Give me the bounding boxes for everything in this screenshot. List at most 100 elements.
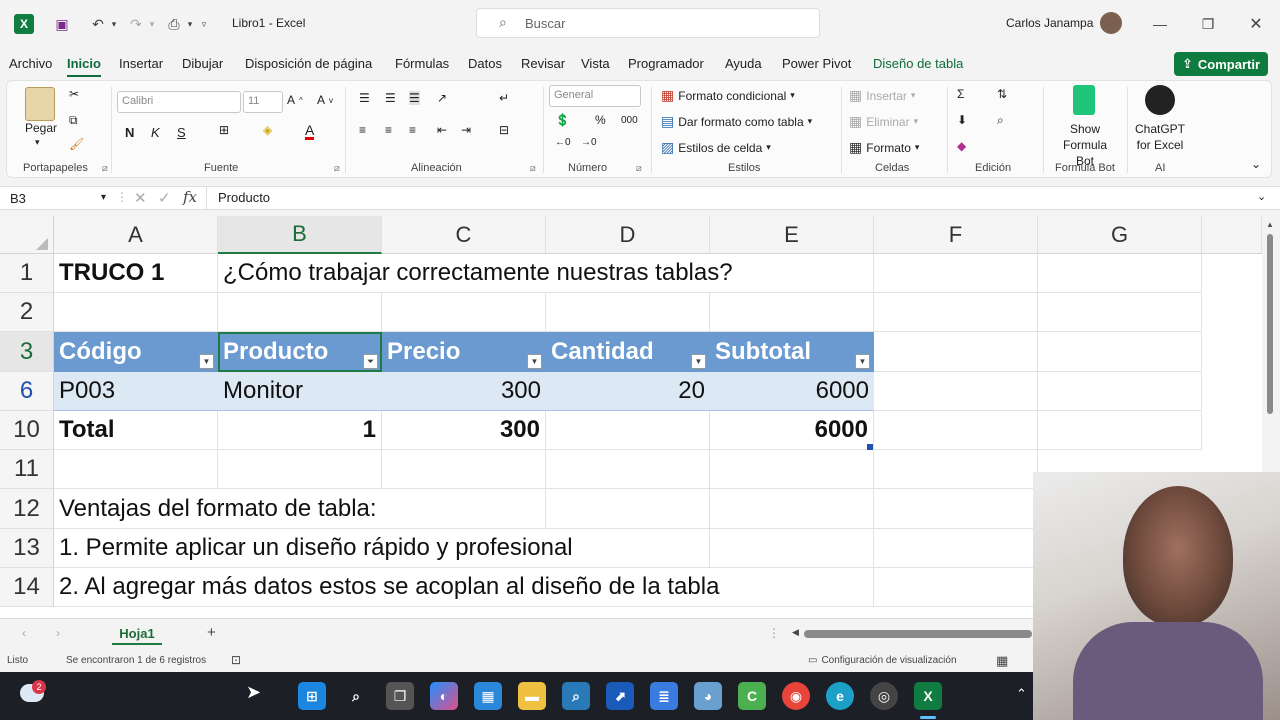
vertical-scroll-thumb[interactable] [1267,234,1273,414]
number-format-box[interactable]: General [549,85,641,107]
clear-icon[interactable]: ◆ [957,139,966,153]
cell-f11[interactable] [874,450,1038,489]
merge-center-icon[interactable]: ⊟ [499,123,509,137]
cell-f12[interactable] [874,489,1038,529]
cell-styles-button[interactable]: ▨ Estilos de celda ▾ [661,139,771,156]
screen-tool-icon[interactable]: ⌕ [562,682,590,710]
sheet-tab-hoja1[interactable]: Hoja1 [112,623,162,645]
name-box[interactable]: B3 ▾ [6,189,110,209]
chatgpt-button[interactable]: ChatGPT for Excel [1131,121,1189,153]
cell-b2[interactable] [218,293,382,332]
cell-a6[interactable]: P003 [54,372,218,411]
sort-filter-icon[interactable]: ⇅ [997,87,1007,101]
table-header-cantidad[interactable]: Cantidad ▼ [546,332,710,372]
chatgpt-icon[interactable] [1145,85,1175,115]
tab-formulas[interactable]: Fórmulas [395,56,449,71]
format-painter-icon[interactable]: 🖌 [69,137,84,151]
prev-sheet-icon[interactable]: ‹ [22,626,26,640]
cell-d10[interactable] [546,411,710,450]
cell-d2[interactable] [546,293,710,332]
scroll-left-icon[interactable]: ◀ [792,627,799,638]
column-header-d[interactable]: D [546,216,710,254]
chevron-up-icon[interactable]: ⌃ [1016,686,1027,702]
tab-disposicion[interactable]: Disposición de página [245,56,372,71]
tab-dibujar[interactable]: Dibujar [182,56,223,71]
currency-icon[interactable]: 💲 [555,113,570,127]
row-header-11[interactable]: 11 [0,450,54,489]
filter-dropdown-icon[interactable]: ▼ [527,354,542,369]
increase-font-icon[interactable]: A ^ [287,93,303,107]
row-header-6[interactable]: 6 [0,372,54,411]
tab-inicio[interactable]: Inicio [67,56,101,77]
row-header-10[interactable]: 10 [0,411,54,450]
column-header-b[interactable]: B [218,216,382,254]
ribbon-collapse-icon[interactable]: ⌄ [1251,157,1261,171]
filter-active-icon[interactable]: ⏷ [363,354,378,369]
font-size-box[interactable]: 11 [243,91,283,113]
fill-color-icon[interactable]: ◈ [263,123,272,137]
tab-programador[interactable]: Programador [628,56,704,71]
cell-e13[interactable] [710,529,874,568]
row-header-3[interactable]: 3 [0,332,54,372]
cell-b11[interactable] [218,450,382,489]
cell-b1[interactable]: ¿Cómo trabajar correctamente nuestras ta… [218,254,733,293]
format-cells-button[interactable]: ▦ Formato ▾ [849,139,919,156]
alignment-launcher-icon[interactable]: ⧄ [530,163,536,174]
formula-bot-icon[interactable] [1073,85,1095,115]
delete-cells-button[interactable]: ▦ Eliminar ▾ [849,113,918,130]
font-color-icon[interactable]: A [305,123,315,140]
filter-dropdown-icon[interactable]: ▼ [691,354,706,369]
align-right-icon[interactable]: ≡ [409,123,416,137]
notepad-icon[interactable]: ≣ [650,682,678,710]
font-name-box[interactable]: Calibri [117,91,241,113]
next-sheet-icon[interactable]: › [56,626,60,640]
cell-g6[interactable] [1038,372,1202,411]
cell-g10[interactable] [1038,411,1202,450]
clipboard-launcher-icon[interactable]: ⧄ [102,163,108,174]
search-box[interactable]: ⌕ Buscar [476,8,820,38]
cell-b10[interactable]: 1 [218,411,382,450]
cell-a1[interactable]: TRUCO 1 [54,254,218,293]
calculator-icon[interactable]: ▦ [474,682,502,710]
split-handle-icon[interactable]: ⋮ [768,626,780,640]
start-icon[interactable]: ⊞ [298,682,326,710]
conditional-format-button[interactable]: ▦ Formato condicional ▾ [661,87,795,104]
cell-f1[interactable] [874,254,1038,293]
filter-dropdown-icon[interactable]: ▼ [199,354,214,369]
align-middle-icon[interactable]: ☰ [385,91,396,105]
obs-icon[interactable]: ◎ [870,682,898,710]
paste-dropdown-icon[interactable]: ▾ [35,137,40,148]
user-name[interactable]: Carlos Janampa [1006,16,1093,30]
edge-icon[interactable]: e [826,682,854,710]
fill-icon[interactable]: ⬇ [957,113,967,127]
cell-a14[interactable]: 2. Al agregar más datos estos se acoplan… [54,568,874,607]
copilot-icon[interactable]: ◐ [430,682,458,710]
app-icon[interactable]: ⬈ [606,682,634,710]
column-header-h[interactable] [1202,216,1262,254]
avatar[interactable] [1100,12,1122,34]
italic-button[interactable]: K [151,125,160,140]
row-header-13[interactable]: 13 [0,529,54,568]
close-icon[interactable]: ✕ [1246,14,1266,34]
row-header-2[interactable]: 2 [0,293,54,332]
tab-insertar[interactable]: Insertar [119,56,163,71]
cell-c1[interactable] [382,254,546,293]
tab-diseno-tabla[interactable]: Diseño de tabla [873,56,963,71]
cell-a12[interactable]: Ventajas del formato de tabla: [54,489,546,529]
cell-a2[interactable] [54,293,218,332]
insert-cells-button[interactable]: ▦ Insertar ▾ [849,87,915,104]
cell-e1[interactable] [710,254,874,293]
cell-d12[interactable] [546,489,710,529]
tab-archivo[interactable]: Archivo [9,56,52,71]
number-launcher-icon[interactable]: ⧄ [636,163,642,174]
orientation-icon[interactable]: ↗ [437,91,447,105]
cell-e2[interactable] [710,293,874,332]
autosum-icon[interactable]: Σ [957,87,964,101]
find-select-icon[interactable]: ⌕ [997,113,1004,128]
restore-icon[interactable]: ❐ [1198,14,1218,34]
task-view-icon[interactable]: ❐ [386,682,414,710]
column-header-e[interactable]: E [710,216,874,254]
cell-e11[interactable] [710,450,874,489]
cell-d1[interactable] [546,254,710,293]
column-header-a[interactable]: A [54,216,218,254]
